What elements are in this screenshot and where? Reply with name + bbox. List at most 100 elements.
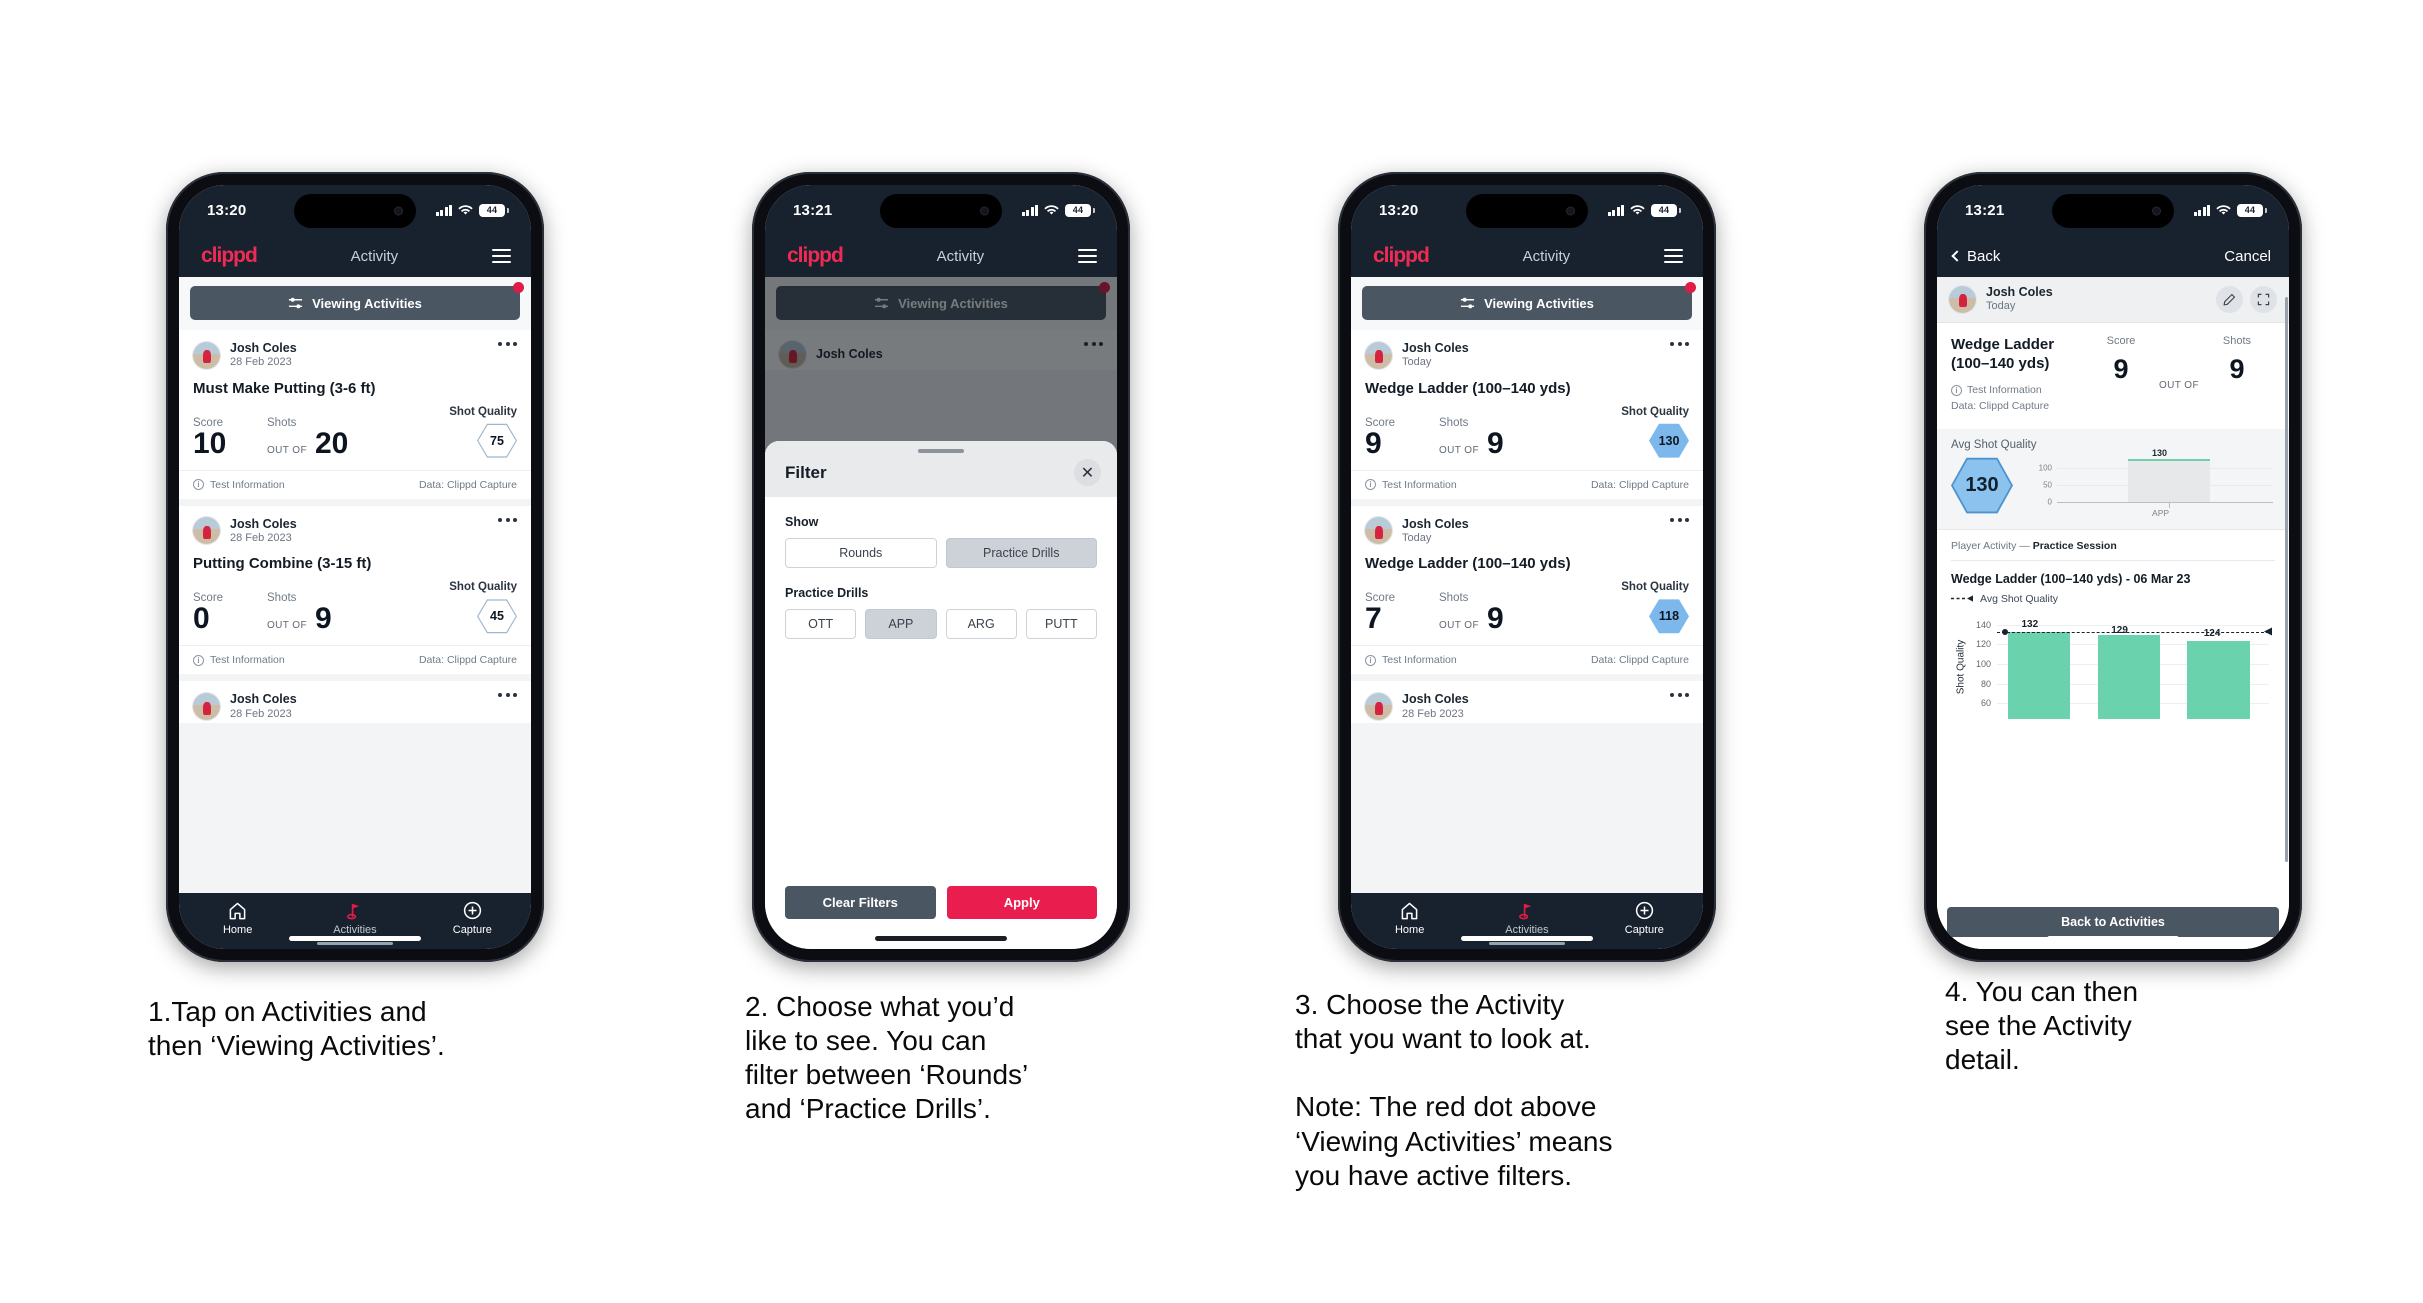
avg-shot-quality-label: Avg Shot Quality [1951, 438, 2037, 451]
more-options-icon[interactable] [1670, 693, 1689, 698]
more-options-icon[interactable] [498, 342, 517, 346]
back-button[interactable]: Back [1951, 248, 2000, 265]
cancel-button[interactable]: Cancel [2224, 248, 2271, 265]
info-icon: i [193, 479, 204, 491]
chart-plot-area: 140 120 100 80 60 132 129 124 [1976, 619, 2272, 719]
back-to-activities-button[interactable]: Back to Activities [1947, 907, 2279, 937]
out-of-label: OUT OF [1439, 620, 1479, 632]
avatar [193, 693, 220, 721]
tab-home[interactable]: Home [1351, 901, 1468, 936]
clear-filters-button[interactable]: Clear Filters [785, 886, 936, 919]
shot-quality-hexagon: 130 [1649, 423, 1689, 459]
filter-bar-wrap: Viewing Activities [1351, 277, 1703, 330]
more-options-icon[interactable] [1670, 342, 1689, 346]
shots-value: 9 [2229, 353, 2245, 384]
filter-title: Filter [785, 463, 827, 482]
mini-ytick: 50 [2043, 480, 2052, 490]
y-tick: 100 [1975, 659, 1991, 669]
card-footer: i Test Information Data: Clippd Capture [1351, 469, 1703, 499]
shots-value: 9 [315, 602, 332, 636]
home-indicator [289, 936, 421, 941]
shot-quality-label: Shot Quality [449, 405, 517, 418]
drag-handle[interactable] [918, 449, 964, 453]
legend-label: Avg Shot Quality [1980, 592, 2059, 605]
card-footer: i Test Information Data: Clippd Capture [179, 469, 531, 499]
more-options-icon[interactable] [498, 693, 517, 698]
activity-card[interactable]: Josh Coles 28 Feb 2023 [179, 681, 531, 723]
detail-user-bar: Josh Coles Today [1937, 277, 2289, 323]
status-time: 13:20 [1379, 201, 1419, 219]
apply-button[interactable]: Apply [946, 886, 1097, 919]
fullscreen-button[interactable] [2250, 285, 2277, 313]
option-putt[interactable]: PUTT [1025, 609, 1097, 639]
tab-activities-label: Activities [333, 923, 377, 936]
shot-quality-hexagon: 75 [477, 423, 517, 459]
notch [1466, 194, 1588, 228]
activity-card[interactable]: Josh Coles 28 Feb 2023 [1351, 681, 1703, 723]
test-information-label: Test Information [1382, 654, 1457, 667]
viewing-activities-button[interactable]: Viewing Activities [1362, 286, 1692, 320]
activity-card[interactable]: Josh Coles 28 Feb 2023 Must Make Putting… [179, 330, 531, 499]
detail-scores: Score 9 OUT OF Shots 9 [2083, 335, 2275, 415]
bar-1-value: 132 [2021, 618, 2039, 630]
tab-activities[interactable]: Activities [296, 901, 413, 945]
tab-home[interactable]: Home [179, 901, 296, 936]
option-arg[interactable]: ARG [945, 609, 1017, 639]
sliders-icon [288, 296, 303, 310]
cellular-signal-icon [2193, 204, 2210, 216]
mini-chart-plot: 100 50 0 130 APP [2039, 448, 2273, 518]
score-col: Score 7 [1365, 592, 1439, 634]
player-activity-value: Practice Session [2032, 539, 2117, 552]
out-of-label: OUT OF [267, 444, 307, 456]
avg-reference-line [1997, 631, 2269, 633]
option-rounds[interactable]: Rounds [785, 538, 937, 568]
score-value: 7 [1365, 602, 1382, 636]
activity-card[interactable]: Josh Coles 28 Feb 2023 Putting Combine (… [179, 505, 531, 675]
tab-capture[interactable]: Capture [414, 901, 531, 936]
edit-button[interactable] [2216, 285, 2243, 313]
bar-1 [2007, 632, 2071, 719]
card-header: Josh Coles 28 Feb 2023 [179, 506, 531, 548]
option-practice-drills[interactable]: Practice Drills [945, 538, 1097, 568]
shot-quality-value: 45 [490, 609, 504, 624]
user-name: Josh Coles [230, 516, 297, 531]
activity-date: Today [1402, 356, 1432, 369]
dashed-line-icon [1951, 594, 1973, 603]
more-options-icon[interactable] [498, 517, 517, 522]
test-information-label: Test Information [1967, 384, 2042, 397]
info-icon: i [193, 654, 204, 666]
score-col: Score 10 [193, 417, 267, 459]
card-header: Josh Coles 28 Feb 2023 [179, 330, 531, 372]
scrollbar[interactable] [2285, 277, 2288, 949]
tab-capture[interactable]: Capture [1586, 901, 1703, 936]
data-source-label: Data: Clippd Capture [1590, 654, 1689, 667]
tab-activities[interactable]: Activities [1468, 901, 1585, 945]
more-options-icon[interactable] [1670, 517, 1689, 522]
user-name: Josh Coles [1402, 516, 1469, 531]
page-title: Activity [936, 247, 985, 265]
scrollbar-thumb[interactable] [2285, 297, 2288, 862]
detail-summary: Wedge Ladder (100–140 yds) i Test Informa… [1937, 322, 2289, 429]
option-app[interactable]: APP [865, 609, 937, 639]
bar-2 [2097, 635, 2161, 719]
shot-quality-label: Shot Quality [1621, 581, 1689, 594]
close-icon[interactable]: ✕ [1074, 459, 1101, 486]
activity-card[interactable]: Josh Coles Today Wedge Ladder (100–140 y… [1351, 330, 1703, 499]
golf-flag-icon [1468, 901, 1585, 921]
plus-circle-icon [1586, 901, 1703, 921]
shot-quality-value: 75 [490, 433, 504, 448]
shot-quality-col: Shot Quality 45 [449, 581, 517, 634]
option-ott[interactable]: OTT [785, 609, 857, 639]
mini-bar-value: 130 [2152, 447, 2168, 458]
front-camera-icon [394, 206, 403, 216]
shots-value: 9 [1487, 602, 1504, 636]
hamburger-icon[interactable] [1663, 248, 1683, 264]
score-col: Score 9 [1365, 417, 1439, 459]
card-stats: Score 10 Shots OUT OF 20 Shot Quality 75 [179, 397, 531, 470]
practice-drills-label: Practice Drills [785, 586, 869, 600]
activity-card[interactable]: Josh Coles Today Wedge Ladder (100–140 y… [1351, 505, 1703, 675]
viewing-activities-button[interactable]: Viewing Activities [190, 286, 520, 320]
shot-quality-label: Shot Quality [449, 581, 517, 594]
hamburger-icon[interactable] [1077, 248, 1097, 264]
hamburger-icon[interactable] [491, 248, 511, 264]
